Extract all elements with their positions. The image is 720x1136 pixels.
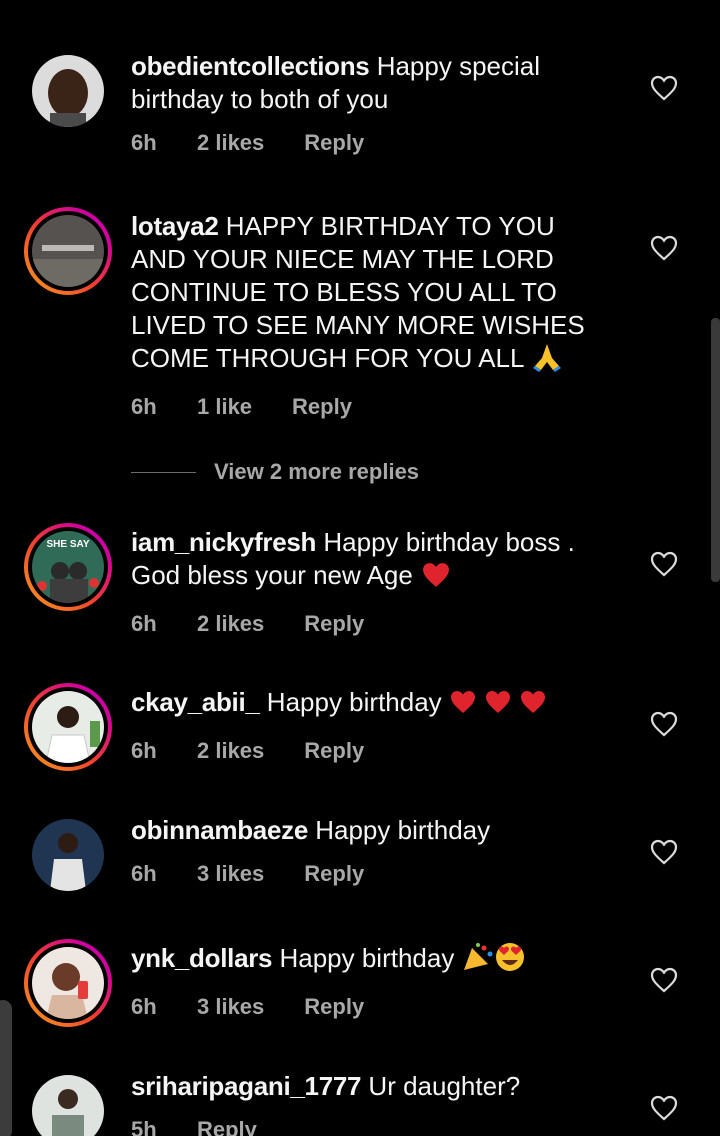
like-heart-icon[interactable] <box>650 75 678 101</box>
heart-eyes-emoji-icon <box>494 942 526 980</box>
comment-likes[interactable]: 2 likes <box>197 611 264 637</box>
avatar-photo <box>32 215 104 287</box>
reply-button[interactable]: Reply <box>304 611 364 637</box>
comment-likes[interactable]: 2 likes <box>197 738 264 764</box>
reply-button[interactable]: Reply <box>304 738 364 764</box>
avatar[interactable] <box>24 1067 112 1136</box>
comment-time: 6h <box>131 394 157 419</box>
comment-text: iam_nickyfresh Happy birthday boss . God… <box>131 526 601 597</box>
comment-text: obinnambaeze Happy birthday <box>131 814 601 847</box>
edge-panel-handle[interactable] <box>0 1000 12 1136</box>
avatar-story-ring[interactable] <box>24 683 112 771</box>
divider-line <box>131 471 196 473</box>
comment-username[interactable]: lotaya2 <box>131 211 219 241</box>
avatar-story-ring[interactable]: SHE SAY <box>24 523 112 611</box>
like-heart-icon[interactable] <box>650 1095 678 1121</box>
avatar-story-ring[interactable] <box>24 207 112 295</box>
avatar-photo <box>32 947 104 1019</box>
avatar-photo <box>32 1075 104 1136</box>
comment-likes[interactable]: 3 likes <box>197 994 264 1020</box>
party-popper-emoji-icon <box>462 942 494 980</box>
top-bar-icons <box>0 0 720 4</box>
comment-username[interactable]: obinnambaeze <box>131 815 308 845</box>
comment-username[interactable]: iam_nickyfresh <box>131 527 316 557</box>
comment-text: lotaya2 HAPPY BIRTHDAY TO YOU AND YOUR N… <box>131 210 601 380</box>
avatar-photo <box>32 55 104 127</box>
comment-time: 5h <box>131 1117 157 1136</box>
comment-text: obedientcollections Happy special birthd… <box>131 50 601 116</box>
comment-text: ynk_dollars Happy birthday <box>131 942 601 980</box>
comment-username[interactable]: sriharipagani_1777 <box>131 1071 361 1101</box>
comment-body: Ur daughter? <box>368 1071 521 1101</box>
comment-username[interactable]: ynk_dollars <box>131 943 273 973</box>
avatar[interactable] <box>24 811 112 899</box>
comment-time: 6h <box>131 611 157 636</box>
comment-username[interactable]: ckay_abii_ <box>131 687 260 717</box>
like-heart-icon[interactable] <box>650 839 678 865</box>
comment-body: Happy birthday <box>279 943 455 973</box>
comment-body: Happy birthday <box>266 687 442 717</box>
reply-button[interactable]: Reply <box>197 1117 257 1136</box>
like-heart-icon[interactable] <box>650 235 678 261</box>
comment-likes[interactable]: 1 like <box>197 394 252 420</box>
scrollbar[interactable] <box>711 318 720 582</box>
like-heart-icon[interactable] <box>650 967 678 993</box>
red-heart-emoji-icon <box>420 561 452 597</box>
comment-time: 6h <box>131 738 157 763</box>
comments-screen: obedientcollections Happy special birthd… <box>0 0 720 1136</box>
reply-button[interactable]: Reply <box>304 861 364 887</box>
comment-time: 6h <box>131 861 157 886</box>
comment-username[interactable]: obedientcollections <box>131 51 370 81</box>
comment-time: 6h <box>131 130 157 155</box>
avatar-photo <box>32 819 104 891</box>
avatar-story-ring[interactable] <box>24 939 112 1027</box>
comment-text: ckay_abii_ Happy birthday <box>131 686 601 724</box>
comment-body: Happy birthday <box>315 815 491 845</box>
comment-likes[interactable]: 2 likes <box>197 130 264 156</box>
avatar-caption: SHE SAY <box>47 539 90 550</box>
comment-likes[interactable]: 3 likes <box>197 861 264 887</box>
red-hearts-emoji-icon <box>449 688 553 724</box>
like-heart-icon[interactable] <box>650 711 678 737</box>
comment-text: sriharipagani_1777 Ur daughter? <box>131 1070 601 1103</box>
avatar-photo: SHE SAY <box>32 531 104 603</box>
top-bar-partial <box>0 0 720 9</box>
avatar[interactable] <box>24 47 112 135</box>
view-more-replies-label: View 2 more replies <box>214 459 420 484</box>
reply-button[interactable]: Reply <box>304 994 364 1020</box>
comment-time: 6h <box>131 994 157 1019</box>
view-more-replies-button[interactable]: View 2 more replies <box>131 455 419 489</box>
like-heart-icon[interactable] <box>650 551 678 577</box>
folded-hands-emoji-icon <box>531 342 563 380</box>
reply-button[interactable]: Reply <box>304 130 364 156</box>
reply-button[interactable]: Reply <box>292 394 352 420</box>
avatar-photo <box>32 691 104 763</box>
